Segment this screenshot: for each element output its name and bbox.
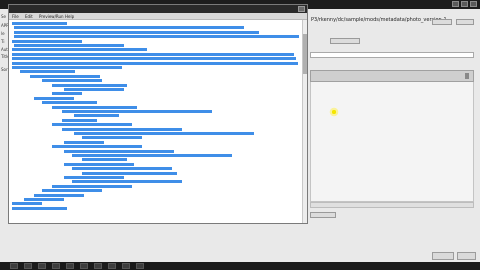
xml-line[interactable] — [62, 127, 182, 131]
xml-line[interactable] — [72, 154, 232, 157]
taskbar-app-icon[interactable] — [136, 263, 144, 269]
editor-vertical-scrollbar[interactable] — [302, 20, 307, 223]
column-resize-handle[interactable] — [465, 73, 469, 79]
menu-file[interactable]: File — [12, 14, 19, 19]
xml-line[interactable] — [52, 145, 142, 149]
xml-line[interactable] — [82, 136, 142, 140]
window-controls — [452, 1, 477, 7]
taskbar — [0, 262, 480, 270]
xml-line[interactable] — [74, 132, 254, 135]
field-label: le — [1, 31, 5, 36]
taskbar-app-icon[interactable] — [24, 263, 32, 269]
xml-line[interactable] — [30, 74, 100, 78]
xml-line[interactable] — [52, 83, 127, 87]
xml-line[interactable] — [12, 66, 122, 69]
taskbar-app-icon[interactable] — [10, 263, 18, 269]
scrollbar-thumb[interactable] — [303, 34, 307, 74]
xml-line[interactable] — [12, 57, 296, 61]
browse-button[interactable] — [432, 19, 452, 25]
load-button[interactable] — [456, 19, 474, 25]
xml-line[interactable] — [82, 158, 127, 162]
editor-titlebar[interactable] — [9, 5, 307, 13]
taskbar-app-icon[interactable] — [38, 263, 46, 269]
horizontal-scrollbar[interactable] — [310, 202, 474, 208]
xml-line[interactable] — [52, 105, 137, 109]
field-label: Ti — [1, 39, 5, 44]
xml-line[interactable] — [64, 140, 104, 144]
close-icon[interactable] — [470, 1, 477, 7]
xml-line[interactable] — [72, 180, 182, 184]
xml-line[interactable] — [62, 118, 97, 122]
xml-line[interactable] — [34, 96, 74, 100]
xml-line[interactable] — [12, 22, 67, 25]
xml-line[interactable] — [12, 39, 82, 43]
editor-menubar: File Edit Preview/Run Help — [9, 13, 307, 20]
xml-line[interactable] — [64, 176, 124, 179]
xml-line[interactable] — [14, 44, 124, 47]
minimize-icon[interactable] — [452, 1, 459, 7]
xml-line[interactable] — [42, 79, 102, 83]
ok-button[interactable] — [432, 252, 454, 260]
table-header — [310, 70, 474, 82]
xml-line[interactable] — [74, 114, 119, 118]
xml-line[interactable] — [34, 193, 84, 197]
xml-line[interactable] — [12, 52, 294, 56]
xml-editor-window: File Edit Preview/Run Help — [8, 4, 308, 224]
xml-line[interactable] — [52, 184, 132, 188]
menu-preview-run[interactable]: Preview/Run — [39, 14, 64, 19]
taskbar-app-icon[interactable] — [108, 263, 116, 269]
xml-line[interactable] — [12, 206, 67, 210]
xml-line[interactable] — [42, 101, 97, 105]
toolbar-button[interactable] — [330, 38, 360, 44]
xml-line[interactable] — [20, 70, 75, 74]
action-button[interactable] — [310, 212, 336, 218]
xml-line[interactable] — [42, 189, 102, 193]
xml-line[interactable] — [64, 149, 174, 153]
xml-line[interactable] — [12, 202, 42, 206]
xml-line[interactable] — [64, 88, 124, 91]
xml-line[interactable] — [62, 110, 212, 113]
xml-line[interactable] — [52, 92, 82, 96]
xml-line[interactable] — [14, 30, 259, 34]
close-icon[interactable] — [298, 6, 305, 12]
taskbar-app-icon[interactable] — [122, 263, 130, 269]
title-field[interactable] — [310, 52, 474, 58]
menu-edit[interactable]: Edit — [25, 14, 33, 19]
xml-line[interactable] — [12, 48, 147, 52]
xml-line[interactable] — [14, 26, 244, 30]
menu-help[interactable]: Help — [65, 14, 74, 19]
taskbar-app-icon[interactable] — [80, 263, 88, 269]
xml-line[interactable] — [72, 167, 172, 171]
xml-text-area[interactable] — [12, 22, 302, 222]
cursor-highlight-icon — [329, 107, 339, 117]
xml-line[interactable] — [82, 171, 177, 175]
cancel-button[interactable] — [457, 252, 476, 260]
taskbar-app-icon[interactable] — [52, 263, 60, 269]
field-label: Se — [1, 14, 6, 19]
results-table[interactable] — [310, 82, 474, 202]
taskbar-app-icon[interactable] — [66, 263, 74, 269]
xml-line[interactable] — [64, 162, 134, 166]
xml-line[interactable] — [52, 123, 132, 127]
xml-line[interactable] — [12, 61, 298, 65]
file-path-label: P3/rkenny/dc/sample/mods/metadata/photo_… — [311, 17, 447, 23]
taskbar-app-icon[interactable] — [94, 263, 102, 269]
xml-line[interactable] — [24, 198, 64, 201]
maximize-icon[interactable] — [461, 1, 468, 7]
xml-line[interactable] — [14, 35, 299, 39]
